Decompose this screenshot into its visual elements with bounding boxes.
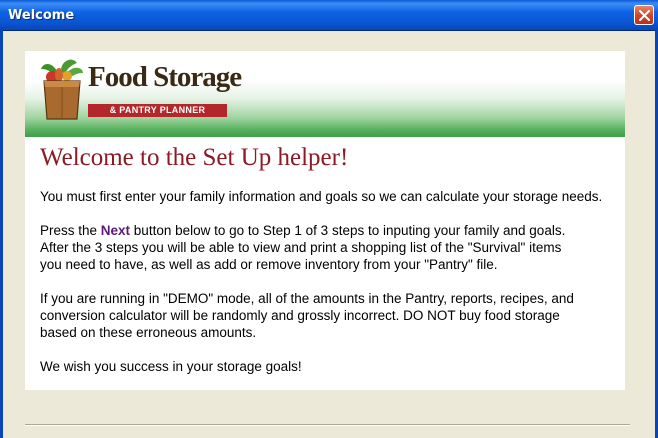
closing-paragraph: We wish you success in your storage goal… bbox=[40, 358, 620, 375]
window-border-left bbox=[0, 30, 3, 438]
page-heading: Welcome to the Set Up helper! bbox=[40, 144, 349, 171]
content-panel: Food Storage & PANTRY PLANNER Welcome to… bbox=[25, 51, 625, 390]
intro-paragraph: You must first enter your family informa… bbox=[40, 188, 620, 205]
intro-text: You must first enter your family informa… bbox=[40, 189, 603, 204]
instructions-prefix: Press the bbox=[40, 223, 101, 238]
close-icon bbox=[639, 10, 650, 21]
logo-banner: Food Storage & PANTRY PLANNER bbox=[25, 51, 625, 137]
grocery-bag-icon bbox=[41, 59, 83, 120]
footer-divider bbox=[25, 424, 630, 426]
demo-line-3: based on these erroneous amounts. bbox=[40, 325, 257, 340]
instructions-suffix: button below to go to Step 1 of 3 steps … bbox=[130, 223, 566, 238]
next-keyword: Next bbox=[100, 223, 131, 238]
demo-line-1: If you are running in "DEMO" mode, all o… bbox=[40, 291, 574, 306]
closing-text: We wish you success in your storage goal… bbox=[40, 359, 302, 374]
instructions-line-2: After the 3 steps you will be able to vi… bbox=[40, 240, 562, 255]
logo-subtitle: & PANTRY PLANNER bbox=[88, 104, 227, 117]
close-button[interactable] bbox=[634, 5, 654, 25]
instructions-line-1: Press the Next button below to go to Ste… bbox=[40, 222, 620, 239]
instructions-line-3: you need to have, as well as add or remo… bbox=[40, 257, 498, 272]
title-bar: Welcome bbox=[0, 0, 658, 31]
next-instructions-paragraph: Press the Next button below to go to Ste… bbox=[40, 222, 620, 273]
demo-line-2: conversion calculator will be randomly a… bbox=[40, 308, 560, 323]
logo-title: Food Storage bbox=[88, 61, 242, 93]
demo-warning-paragraph: If you are running in "DEMO" mode, all o… bbox=[40, 290, 620, 341]
window-title: Welcome bbox=[8, 8, 75, 23]
